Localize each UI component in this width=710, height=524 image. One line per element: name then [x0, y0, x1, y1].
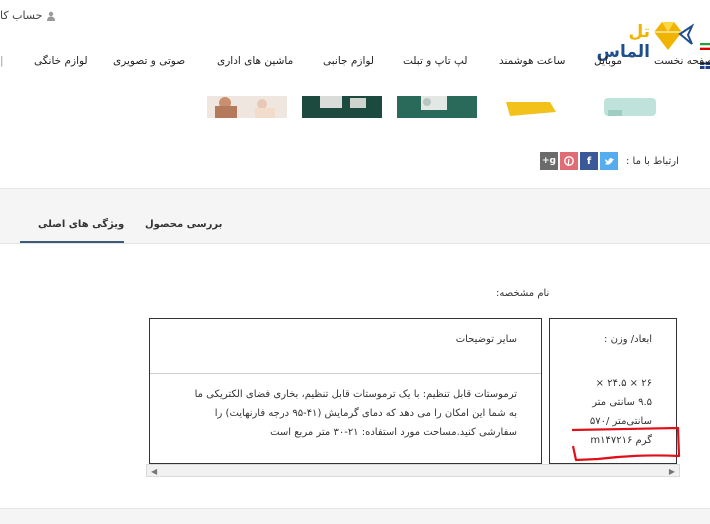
nav-item-home-appliances[interactable]: لوازم خانگی: [34, 55, 88, 67]
nav-item-overflow: |: [0, 55, 4, 67]
dimensions-line: ۹.۵ سانتی متر: [592, 397, 652, 408]
account-label: حساب کا: [0, 9, 43, 22]
product-thumbnail[interactable]: [500, 96, 560, 118]
dimensions-title: ابعاد/ وزن :: [604, 334, 652, 345]
product-thumbnail[interactable]: [207, 96, 287, 118]
pinterest-icon[interactable]: [560, 152, 578, 170]
nav-item-mobile[interactable]: موبایل: [594, 55, 622, 67]
twitter-icon[interactable]: [600, 152, 618, 170]
product-thumbnail[interactable]: [600, 96, 660, 118]
user-icon: [47, 11, 56, 21]
diamond-logo-icon: [654, 22, 694, 50]
box-divider: [150, 373, 541, 374]
nav-item-audio-video[interactable]: صوتی و تصویری: [113, 55, 185, 67]
nav-item-smartwatch[interactable]: ساعت هوشمند: [499, 55, 565, 67]
iran-flag-icon[interactable]: [700, 43, 710, 50]
other-details-box: سایر توضیحات ترموستات قابل تنظیم: با یک …: [149, 318, 542, 464]
site-logo[interactable]: تل الماس: [572, 16, 694, 62]
site-header: حساب کا تل الماس صفحه نخست موبایل ساعت ه…: [0, 0, 710, 83]
product-thumbnail[interactable]: [302, 96, 382, 118]
spec-name-label: نام مشخصه:: [496, 288, 550, 299]
nav-item-laptop-tablet[interactable]: لپ تاپ و تبلت: [403, 55, 467, 67]
other-details-line: به شما این امکان را می دهد که دمای گرمای…: [214, 408, 517, 419]
facebook-icon[interactable]: f: [580, 152, 598, 170]
tab-main-features[interactable]: ویژگی های اصلی: [38, 219, 124, 230]
nav-item-home[interactable]: صفحه نخست: [654, 55, 710, 67]
related-products-strip: [0, 82, 710, 189]
product-thumbnail[interactable]: [397, 96, 477, 118]
product-tabs: بررسی محصول ویژگی های اصلی: [0, 205, 710, 244]
scroll-right-arrow-icon[interactable]: ▶: [669, 467, 675, 476]
dimensions-line: ۲۶ × ۲۴.۵ ×: [595, 378, 652, 389]
nav-item-office-machines[interactable]: ماشین های اداری: [217, 55, 293, 67]
share-label: ارتباط با ما :: [626, 155, 679, 167]
google-plus-icon[interactable]: g+: [540, 152, 558, 170]
logo-text-accent: تل: [628, 22, 650, 42]
tab-product-review[interactable]: بررسی محصول: [145, 219, 222, 230]
nav-item-accessories[interactable]: لوازم جانبی: [323, 55, 374, 67]
red-highlight-annotation: [571, 426, 681, 462]
account-link[interactable]: حساب کا: [0, 9, 56, 22]
other-details-line: سفارشی کنید.مساحت مورد استفاده: ۲۱-۳۰ مت…: [270, 427, 517, 438]
social-share: ارتباط با ما : f g+: [540, 152, 679, 170]
scroll-left-arrow-icon[interactable]: ◀: [151, 467, 157, 476]
other-details-title: سایر توضیحات: [455, 334, 517, 345]
horizontal-scrollbar[interactable]: ◀ ▶: [146, 464, 680, 477]
other-details-line: ترموستات قابل تنظیم: با یک ترموستات قابل…: [194, 389, 517, 400]
other-details-text: ترموستات قابل تنظیم: با یک ترموستات قابل…: [157, 385, 517, 442]
main-nav: صفحه نخست موبایل ساعت هوشمند لپ تاپ و تب…: [0, 52, 710, 70]
